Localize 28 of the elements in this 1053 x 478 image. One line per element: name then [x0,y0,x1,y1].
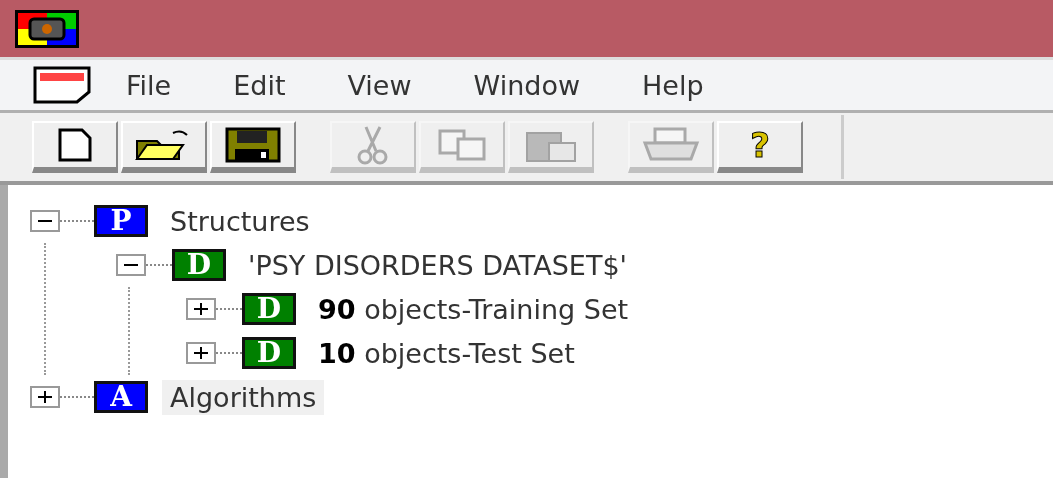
printer-icon [641,127,701,163]
menu-item[interactable]: View [317,69,442,101]
tree-item[interactable]: Algorithms [162,379,325,415]
new-button[interactable] [32,121,118,173]
node-type-icon: P [94,205,148,237]
copy-icon [436,127,488,163]
open-button[interactable] [121,121,207,173]
menu-item[interactable]: Help [612,69,734,101]
scissors-icon [356,125,390,165]
tree-item[interactable]: 10 objects-Test Set [310,335,583,371]
menu-item[interactable]: Edit [203,69,316,101]
expand-toggle[interactable] [30,386,60,408]
menu-item[interactable]: File [96,69,202,101]
document-icon [32,65,94,105]
tree-item[interactable]: Structures [162,203,318,239]
node-type-icon: D [242,293,296,325]
node-type-icon: D [172,249,226,281]
tree-item[interactable]: 'PSY DISORDERS DATASET$' [240,247,635,283]
collapse-toggle[interactable] [30,210,60,232]
menu-item[interactable]: Window [443,69,611,101]
tree-item[interactable]: 90 objects-Training Set [310,291,637,327]
expand-toggle[interactable] [186,342,216,364]
node-type-icon: D [242,337,296,369]
save-button[interactable] [210,121,296,173]
expand-toggle[interactable] [186,298,216,320]
collapse-toggle[interactable] [116,254,146,276]
app-icon [14,8,80,49]
node-type-icon: A [94,381,148,413]
